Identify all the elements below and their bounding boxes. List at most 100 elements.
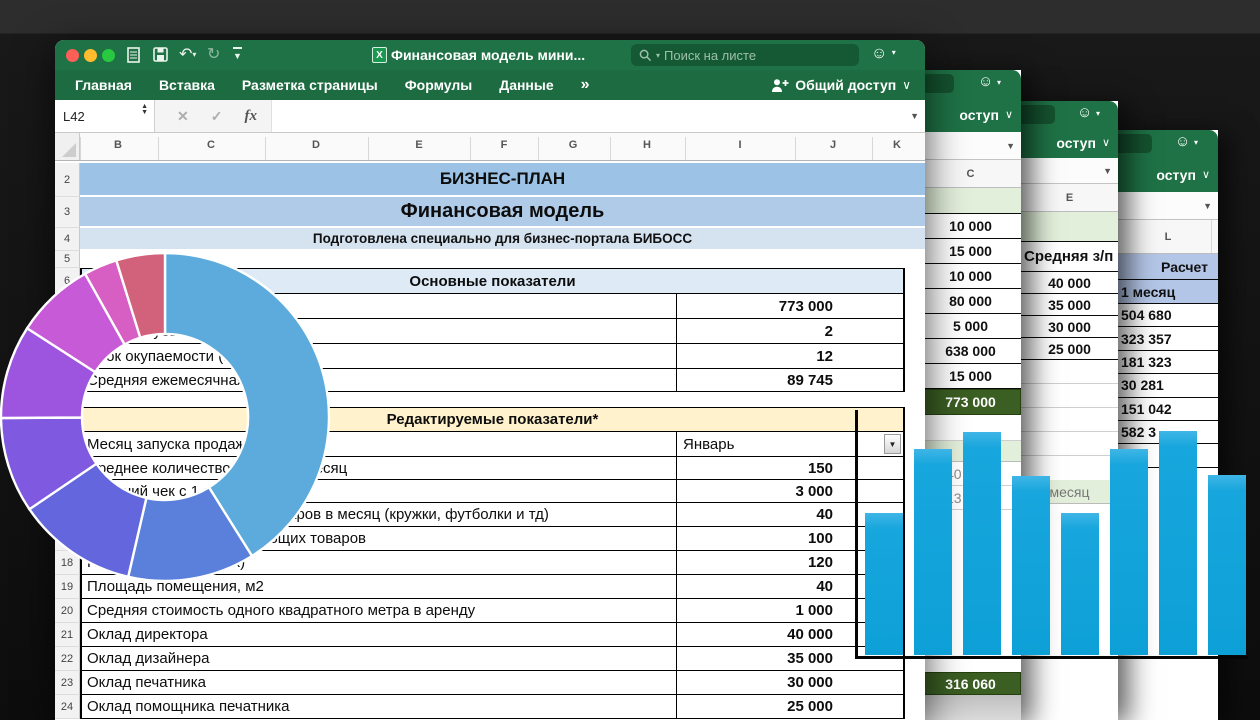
sliver-value-cell[interactable]: 151 042	[1118, 398, 1218, 421]
feedback-smiley-icon[interactable]: ☺	[978, 73, 993, 90]
dropdown-icon[interactable]: ▼	[1006, 141, 1015, 151]
value-cell[interactable]: 12	[676, 344, 903, 368]
select-all-corner[interactable]	[55, 133, 80, 160]
column-header-C[interactable]: C	[207, 139, 215, 151]
label-cell[interactable]: Оклад дизайнера	[87, 647, 671, 670]
label-cell[interactable]: Оклад печатника	[87, 671, 671, 694]
month-combobox[interactable]: Январь▼	[676, 432, 903, 456]
sliver-value-cell[interactable]: 15 000	[920, 364, 1021, 389]
insert-function-icon[interactable]: fx	[244, 108, 257, 125]
empty-cell[interactable]	[1021, 408, 1118, 432]
save-icon[interactable]	[153, 47, 168, 67]
minimize-button[interactable]	[84, 49, 97, 62]
row-number[interactable]: 21	[55, 623, 80, 647]
window-e-column-header[interactable]: E	[1021, 184, 1118, 212]
background-window-c[interactable]: ☺ ▾ оступ ∨ ▼ C 10 00015 00010 00080 000…	[920, 70, 1021, 720]
value-cell[interactable]: 30 000	[676, 671, 903, 694]
column-header-J[interactable]: J	[830, 139, 836, 151]
sliver-value-cell[interactable]: 15 000	[920, 239, 1021, 264]
combobox-arrow-icon[interactable]: ▼	[884, 434, 901, 454]
tab-vstavka[interactable]: Вставка	[159, 77, 215, 93]
empty-cell[interactable]	[1021, 456, 1118, 480]
search-input[interactable]: ▾ Поиск на листе	[631, 44, 859, 66]
column-header-E[interactable]: E	[415, 139, 422, 151]
total-cell[interactable]: 773 000	[920, 389, 1021, 415]
sliver-value-cell[interactable]: 638 000	[920, 339, 1021, 364]
sliver-value-cell[interactable]: 323 357	[1118, 327, 1218, 350]
formula-input[interactable]: ▼	[271, 100, 925, 132]
background-window-l[interactable]: ☺ ▾ оступ ∨ ▼ L Расчет 1 месяц 504 68032…	[1118, 130, 1218, 720]
feedback-smiley-icon[interactable]: ☺ ▾	[871, 45, 896, 63]
faint-cell[interactable]: 13	[920, 486, 1021, 510]
row-number[interactable]: 20	[55, 599, 80, 623]
row-number[interactable]: 22	[55, 647, 80, 671]
header-cell[interactable]: Расчет	[1118, 254, 1218, 280]
value-cell[interactable]: 150	[676, 457, 903, 479]
value-cell[interactable]: 40	[676, 575, 903, 598]
column-header-F[interactable]: F	[501, 139, 508, 151]
sliver-value-cell[interactable]: 30 281	[1118, 374, 1218, 397]
column-header-G[interactable]: G	[569, 139, 578, 151]
feedback-smiley-icon[interactable]: ☺	[1077, 104, 1092, 121]
undo-icon[interactable]: ↶▾	[179, 44, 196, 64]
value-cell[interactable]: 40 000	[676, 623, 903, 646]
sliver-value-cell[interactable]: 582 3	[1118, 421, 1218, 444]
value-cell[interactable]: 3 000	[676, 480, 903, 502]
merged-title-cell[interactable]: Финансовая модель	[80, 197, 925, 228]
merged-title-cell[interactable]: БИЗНЕС-ПЛАН	[80, 163, 925, 197]
row-number[interactable]: 3	[55, 197, 80, 228]
row-number[interactable]: 24	[55, 695, 80, 719]
empty-cell[interactable]	[1021, 360, 1118, 384]
empty-green-cell[interactable]	[920, 188, 1021, 214]
sliver-value-cell[interactable]: 40 000	[1021, 272, 1118, 294]
column-header-I[interactable]: I	[738, 139, 741, 151]
column-header-D[interactable]: D	[312, 139, 320, 151]
value-cell[interactable]: 2	[676, 319, 903, 343]
value-cell[interactable]: 40	[676, 503, 903, 526]
redo-icon[interactable]: ↻	[207, 44, 220, 64]
column-header-B[interactable]: B	[114, 139, 122, 151]
dropdown-icon[interactable]: ▼	[1103, 166, 1112, 176]
month-band-cell[interactable]: месяц	[1021, 480, 1118, 504]
value-cell[interactable]: 25 000	[676, 695, 903, 718]
sliver-value-cell[interactable]: 10 000	[920, 264, 1021, 289]
header-cell[interactable]: Средняя з/п	[1021, 242, 1118, 272]
band-cell[interactable]: 6	[920, 441, 1021, 462]
value-cell[interactable]: 1 000	[676, 599, 903, 622]
confirm-entry-icon[interactable]: ✓	[211, 108, 223, 125]
empty-cell[interactable]	[1021, 384, 1118, 408]
subheader-cell[interactable]: 1 месяц	[1118, 280, 1218, 304]
label-cell[interactable]: Средняя стоимость одного квадратного мет…	[87, 599, 671, 622]
value-cell[interactable]: 100	[676, 527, 903, 550]
window-c-formula-bar[interactable]: ▼	[920, 132, 1021, 160]
feedback-smiley-icon[interactable]: ☺	[1175, 133, 1190, 150]
sliver-value-cell[interactable]: 504 680	[1118, 304, 1218, 327]
window-l-formula-bar[interactable]: ▼	[1118, 192, 1218, 220]
name-box[interactable]: L42 ▲▼	[55, 100, 155, 132]
column-header-H[interactable]: H	[643, 139, 651, 151]
empty-cell[interactable]	[1021, 432, 1118, 456]
share-button[interactable]: Общий доступ ∨	[771, 70, 911, 100]
background-window-e[interactable]: ☺ ▾ оступ ∨ ▼ E Средняя з/п 40 00035 000…	[1021, 101, 1118, 720]
window-e-formula-bar[interactable]: ▼	[1021, 158, 1118, 184]
value-cell[interactable]: 773 000	[676, 294, 903, 318]
sliver-value-cell[interactable]: 30 000	[1021, 316, 1118, 338]
more-tabs-button[interactable]: »	[581, 76, 590, 94]
value-cell[interactable]: 120	[676, 551, 903, 574]
tab-dannye[interactable]: Данные	[499, 77, 553, 93]
empty-green-cell[interactable]	[1021, 212, 1118, 242]
sliver-value-cell[interactable]: 10 000	[920, 214, 1021, 239]
new-workbook-icon[interactable]	[127, 47, 140, 68]
sliver-value-cell[interactable]: 181 323	[1118, 351, 1218, 374]
window-l-column-header[interactable]: L	[1118, 220, 1218, 254]
footer-total-cell[interactable]: 316 060	[920, 672, 1021, 695]
value-cell[interactable]: 35 000	[676, 647, 903, 670]
tab-formuly[interactable]: Формулы	[405, 77, 473, 93]
faint-cell[interactable]: 40	[920, 462, 1021, 486]
column-header-K[interactable]: K	[893, 139, 901, 151]
value-cell[interactable]: 89 745	[676, 369, 903, 391]
window-c-column-header[interactable]: C	[920, 160, 1021, 188]
label-cell[interactable]: Оклад директора	[87, 623, 671, 646]
dropdown-icon[interactable]: ▼	[910, 111, 919, 121]
hide-ribbon-icon[interactable]: ▼	[233, 47, 242, 61]
